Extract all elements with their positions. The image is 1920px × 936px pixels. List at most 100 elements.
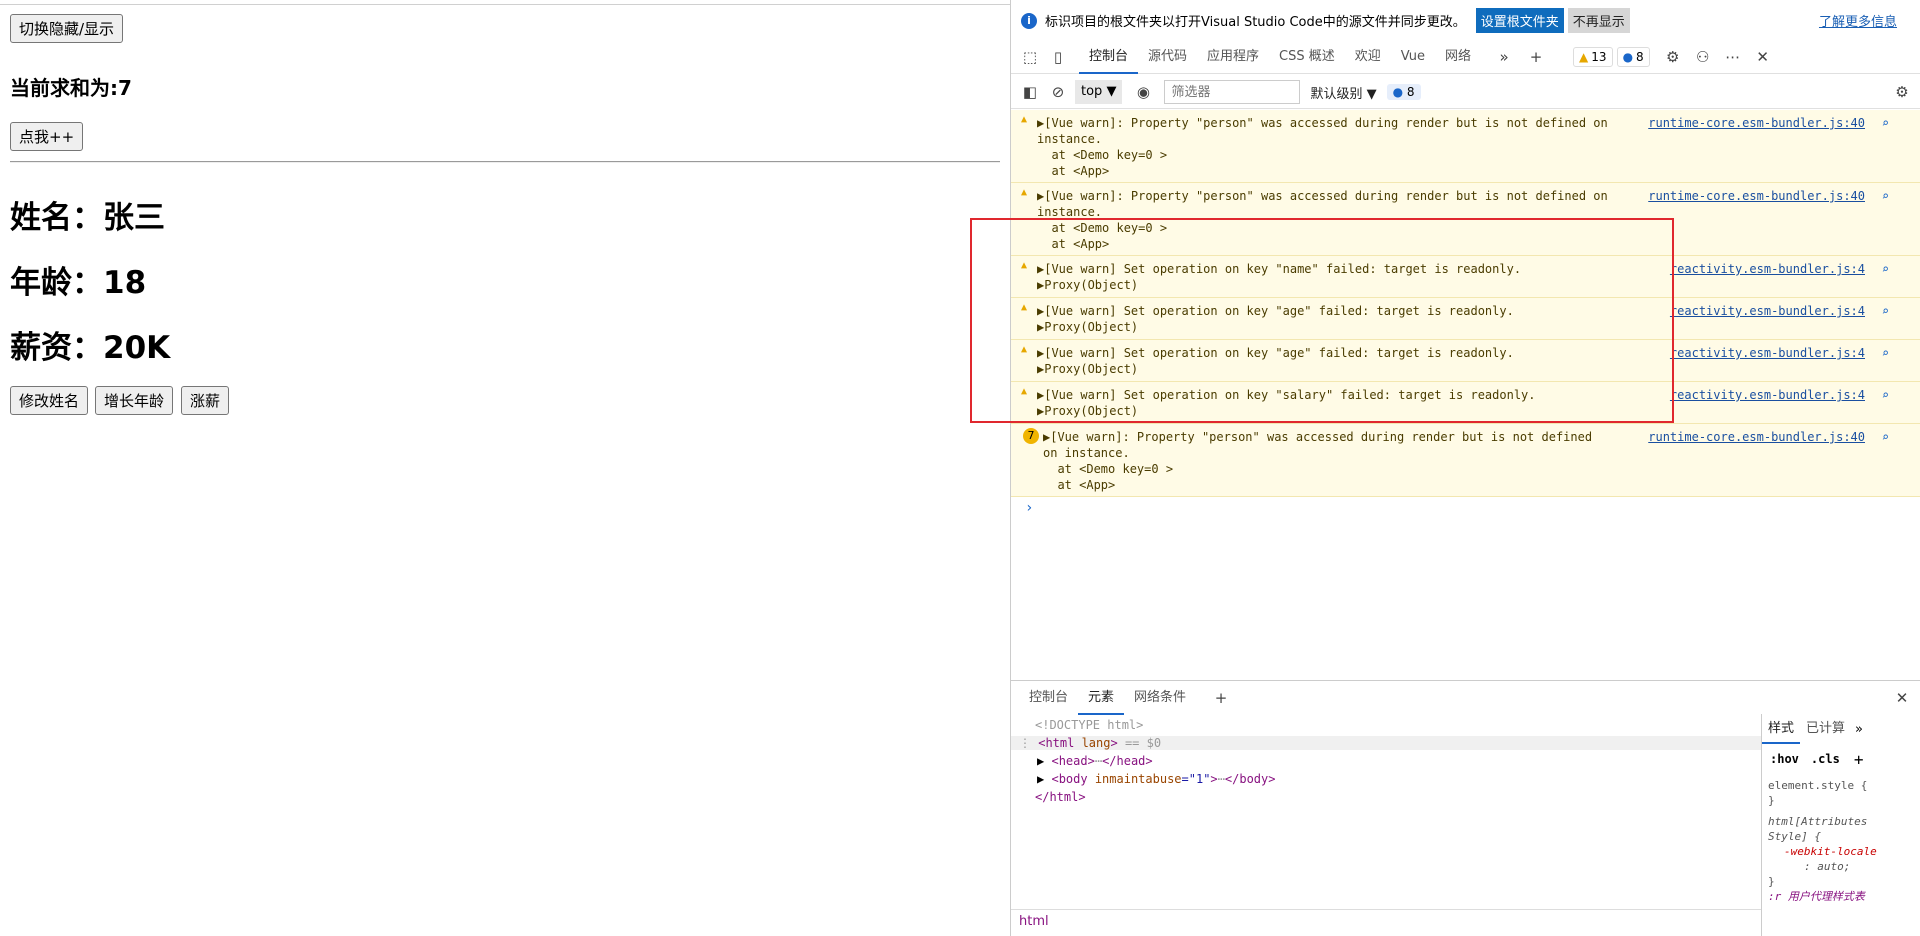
collapsed-content[interactable]: ⋯ [1218, 772, 1225, 786]
salary-heading: 薪资：20K [10, 330, 171, 366]
html-close-node[interactable]: </html> [1035, 790, 1086, 804]
console-message[interactable]: ▲ ▶[Vue warn] Set operation on key "age"… [1011, 298, 1920, 340]
log-level-select[interactable]: 默认级别 ▼ [1310, 83, 1376, 102]
search-icon[interactable]: ⌕ [1882, 189, 1889, 203]
set-root-folder-button[interactable]: 设置根文件夹 [1475, 8, 1564, 33]
tab-application[interactable]: 应用程序 [1197, 40, 1269, 74]
console-message[interactable]: ▲ ▶[Vue warn] Set operation on key "age"… [1011, 340, 1920, 382]
live-expression-icon[interactable]: ◉ [1132, 81, 1154, 103]
close-drawer-icon[interactable]: ✕ [1891, 687, 1913, 709]
tab-computed[interactable]: 已计算 [1800, 714, 1851, 744]
context-value: top [1081, 84, 1103, 99]
source-link[interactable]: reactivity.esm-bundler.js:4 [1670, 346, 1865, 360]
age-heading: 年龄：18 [10, 265, 147, 301]
warnings-badge[interactable]: ▲ 13 [1573, 46, 1613, 67]
source-link[interactable]: reactivity.esm-bundler.js:4 [1670, 262, 1865, 276]
click-increment-button[interactable]: 点我++ [10, 122, 84, 151]
style-property[interactable]: -webkit-locale [1768, 844, 1915, 859]
search-icon[interactable]: ⌕ [1882, 346, 1889, 360]
add-drawer-tab-icon[interactable]: + [1210, 687, 1232, 709]
tab-css-overview[interactable]: CSS 概述 [1269, 40, 1345, 74]
tab-styles[interactable]: 样式 [1762, 714, 1801, 744]
more-panes-icon[interactable]: » [1855, 722, 1863, 737]
body-attr: inmaintabuse [1087, 772, 1182, 786]
source-link[interactable]: runtime-core.esm-bundler.js:40 [1648, 116, 1865, 130]
collapsed-content[interactable]: ⋯ [1095, 754, 1102, 768]
html-node[interactable]: ⋮ <html lang> == $0 [1011, 736, 1761, 750]
change-name-button[interactable]: 修改姓名 [10, 386, 89, 415]
tab-sources[interactable]: 源代码 [1138, 40, 1197, 74]
message-text: ▶[Vue warn] Set operation on key "salary… [1037, 388, 1536, 402]
doctype-node[interactable]: <!DOCTYPE html> [1035, 718, 1143, 732]
body-node[interactable]: ▶ <body inmaintabuse="1">⋯</body> [1037, 772, 1275, 786]
rule-close: } [1768, 794, 1775, 807]
message-icon: ● [1392, 85, 1404, 99]
issue-count-badge[interactable]: ● 8 [1386, 84, 1421, 100]
console-settings-icon[interactable]: ⚙ [1891, 81, 1913, 103]
drawer-tabbar: 控制台 元素 网络条件 + ✕ [1011, 680, 1920, 715]
search-icon[interactable]: ⌕ [1882, 262, 1889, 276]
more-tabs-icon[interactable]: » [1493, 46, 1515, 68]
search-icon[interactable]: ⌕ [1882, 116, 1889, 130]
console-message[interactable]: ▲ ▶[Vue warn] Set operation on key "sala… [1011, 382, 1920, 424]
head-node[interactable]: ▶ <head>⋯</head> [1037, 754, 1153, 768]
close-devtools-icon[interactable]: ✕ [1752, 46, 1774, 68]
settings-icon[interactable]: ⚙ [1662, 46, 1684, 68]
source-link[interactable]: reactivity.esm-bundler.js:4 [1670, 304, 1865, 318]
doctype-text: <!DOCTYPE html> [1035, 718, 1144, 732]
console-prompt-icon[interactable]: › [1025, 500, 1033, 516]
drawer-tab-network-conditions[interactable]: 网络条件 [1124, 681, 1196, 715]
console-message[interactable]: ▲ ▶[Vue warn]: Property "person" was acc… [1011, 183, 1920, 256]
tab-network[interactable]: 网络 [1435, 40, 1481, 74]
search-icon[interactable]: ⌕ [1882, 304, 1889, 318]
proxy-object[interactable]: ▶Proxy(Object) [1037, 362, 1138, 376]
source-link[interactable]: reactivity.esm-bundler.js:4 [1670, 388, 1865, 402]
device-toggle-icon[interactable]: ▯ [1047, 46, 1069, 68]
search-icon[interactable]: ⌕ [1882, 388, 1889, 402]
add-tab-icon[interactable]: + [1525, 46, 1547, 68]
toggle-button[interactable]: 切换隐藏/显示 [10, 14, 124, 43]
tab-vue[interactable]: Vue [1391, 40, 1435, 74]
messages-badge[interactable]: ● 8 [1616, 46, 1650, 67]
proxy-object[interactable]: ▶Proxy(Object) [1037, 404, 1138, 418]
expand-arrow-icon[interactable]: ▶ [1037, 754, 1044, 768]
tab-console[interactable]: 控制台 [1079, 40, 1139, 74]
filter-input[interactable] [1164, 80, 1301, 104]
attr-style-selector: Style] { [1768, 830, 1821, 843]
raise-salary-button[interactable]: 涨薪 [181, 386, 230, 415]
source-link[interactable]: runtime-core.esm-bundler.js:40 [1648, 430, 1865, 444]
clear-console-icon[interactable]: ⊘ [1047, 81, 1069, 103]
breadcrumb[interactable]: html [1011, 909, 1761, 936]
message-text: instance. [1037, 132, 1103, 146]
expand-arrow-icon[interactable]: ▶ [1037, 772, 1044, 786]
cls-toggle[interactable]: .cls [1811, 752, 1840, 766]
style-property-value[interactable]: : auto; [1768, 859, 1915, 874]
remote-icon[interactable]: ⚇ [1692, 46, 1714, 68]
context-selector[interactable]: top ▼ [1075, 80, 1123, 104]
more-options-icon[interactable]: ⋯ [1722, 46, 1744, 68]
drawer-tab-elements[interactable]: 元素 [1078, 681, 1125, 715]
dont-show-again-button[interactable]: 不再显示 [1567, 8, 1630, 33]
horizontal-rule [10, 161, 1000, 163]
node-menu-icon[interactable]: ⋮ [1019, 736, 1031, 750]
source-link[interactable]: runtime-core.esm-bundler.js:40 [1648, 189, 1865, 203]
head-tag: <head> [1051, 754, 1095, 768]
learn-more-link[interactable]: 了解更多信息 [1819, 11, 1897, 30]
drawer-tab-console[interactable]: 控制台 [1019, 681, 1078, 715]
increase-age-button[interactable]: 增长年龄 [95, 386, 174, 415]
message-text: on instance. [1043, 446, 1130, 460]
console-message[interactable]: ▲ ▶[Vue warn] Set operation on key "name… [1011, 256, 1920, 298]
console-message[interactable]: ▲ ▶[Vue warn]: Property "person" was acc… [1011, 110, 1920, 183]
search-icon[interactable]: ⌕ [1882, 430, 1889, 444]
tab-welcome[interactable]: 欢迎 [1345, 40, 1391, 74]
hov-toggle[interactable]: :hov [1770, 752, 1799, 766]
new-rule-icon[interactable]: + [1854, 750, 1864, 769]
proxy-object[interactable]: ▶Proxy(Object) [1037, 278, 1138, 292]
sidebar-toggle-icon[interactable]: ◧ [1019, 81, 1041, 103]
element-style-rule[interactable]: element.style { [1768, 778, 1915, 793]
console-message[interactable]: 7 ▶[Vue warn]: Property "person" was acc… [1011, 424, 1920, 497]
proxy-object[interactable]: ▶Proxy(Object) [1037, 320, 1138, 334]
elements-tree: <!DOCTYPE html> ⋮ <html lang> == $0 ▶ <h… [1011, 714, 1761, 909]
inspect-icon[interactable]: ⬚ [1019, 46, 1041, 68]
info-icon: i [1021, 12, 1037, 29]
